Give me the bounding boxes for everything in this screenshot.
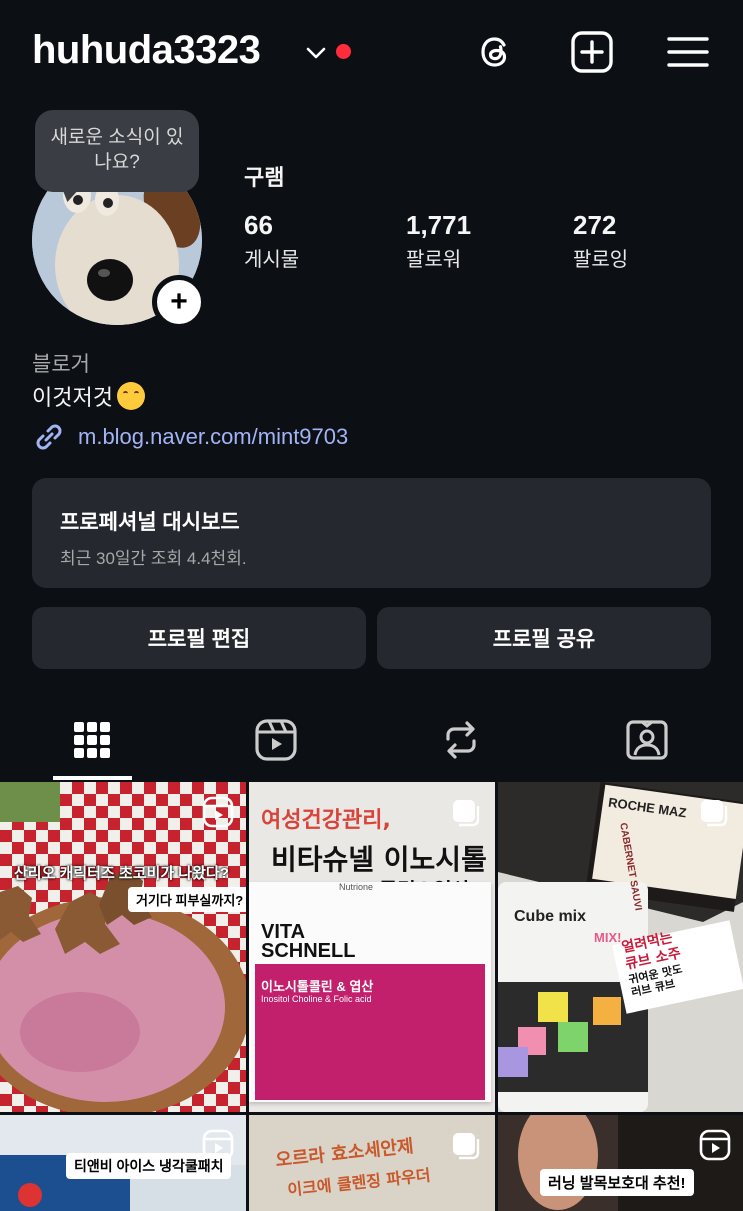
note-card: 얼려먹는 큐브 소주 귀여운 맛도 러브 큐브 <box>620 929 688 999</box>
posts-label[interactable]: 게시물 <box>244 243 299 272</box>
product-name-2: SCHNELL <box>261 940 356 962</box>
product-brand: Nutrione <box>339 882 374 892</box>
profile-category: 블로거 <box>32 353 90 376</box>
professional-dashboard[interactable]: 프로페셔널 대시보드 최근 30일간 조회 4.4천회. <box>32 478 711 588</box>
post-thumbnail[interactable]: 러닝 발목보호대 추천! <box>498 1115 743 1211</box>
edit-profile-button[interactable]: 프로필 편집 <box>32 607 366 669</box>
post-caption: 산리오 캐릭터즈 초코비가 나왔다? <box>14 865 229 882</box>
product-box: Nutrione VITA SCHNELL 이노시톨콜린 & 엽산 Inosit… <box>249 882 491 1102</box>
package-sub: MIX! <box>594 930 622 945</box>
post-image <box>0 782 246 1112</box>
link-icon <box>36 424 62 450</box>
note-bubble[interactable]: 새로운 소식이 있나요? <box>35 110 199 192</box>
grid-icon[interactable] <box>64 712 120 768</box>
post-subcaption: 거기다 피부실까지? <box>128 887 246 912</box>
bio: 이것저것 <box>32 380 145 412</box>
carousel-badge-icon <box>701 800 728 827</box>
followers-label[interactable]: 팔로워 <box>406 243 461 272</box>
following-label[interactable]: 팔로잉 <box>573 243 628 272</box>
carousel-badge-icon <box>453 800 480 827</box>
followers-count[interactable]: 1,771 <box>406 210 471 241</box>
active-tab-indicator <box>53 776 132 780</box>
profile-link[interactable]: m.blog.naver.com/mint9703 <box>32 420 348 454</box>
following-count[interactable]: 272 <box>573 210 616 241</box>
drooling-face-emoji-icon <box>116 382 145 410</box>
menu-icon[interactable] <box>664 28 712 76</box>
threads-icon[interactable] <box>472 28 520 76</box>
post-caption: 러닝 발목보호대 추천! <box>540 1169 694 1196</box>
post-handwritten-line-1: 여성건강관리, <box>261 808 391 833</box>
post-thumbnail[interactable]: 티앤비 아이스 냉각쿨패치 <box>0 1115 246 1211</box>
product-desc: 이노시톨콜린 & 엽산 <box>261 979 374 994</box>
link-text[interactable]: m.blog.naver.com/mint9703 <box>78 424 348 450</box>
product-band: 이노시톨콜린 & 엽산 Inositol Choline & Folic aci… <box>255 964 485 1100</box>
carousel-badge-icon <box>453 1133 480 1160</box>
product-name-1: VITA <box>261 921 306 943</box>
profile-name: 구램 <box>244 165 285 190</box>
post-thumbnail[interactable]: ROCHE MAZ CABERNET SAUVI Cube mix MIX! 얼… <box>498 782 743 1112</box>
username[interactable]: huhuda3323 <box>32 28 261 73</box>
notification-dot <box>336 44 351 59</box>
add-story-button[interactable]: + <box>152 275 206 329</box>
dashboard-title: 프로페셔널 대시보드 <box>60 511 240 534</box>
reel-badge-icon <box>202 796 234 828</box>
posts-count[interactable]: 66 <box>244 210 273 241</box>
tagged-icon[interactable] <box>619 712 675 768</box>
post-caption: 티앤비 아이스 냉각쿨패치 <box>66 1153 232 1179</box>
chevron-down-icon[interactable] <box>305 44 327 62</box>
reposts-icon[interactable] <box>433 712 489 768</box>
bio-text: 이것저것 <box>32 385 113 410</box>
reel-badge-icon <box>699 1129 731 1161</box>
dashboard-subtitle: 최근 30일간 조회 4.4천회. <box>60 549 247 568</box>
post-thumbnail[interactable]: 오르라 효소세안제 이크에 클렌징 파우더 <box>249 1115 495 1211</box>
share-profile-button[interactable]: 프로필 공유 <box>377 607 711 669</box>
post-thumbnail[interactable]: 산리오 캐릭터즈 초코비가 나왔다? 거기다 피부실까지? <box>0 782 246 1112</box>
post-handwritten-line-2: 비타슈넬 이노시톨 <box>271 843 487 876</box>
package-text: Cube mix <box>514 908 587 925</box>
reels-icon[interactable] <box>248 712 304 768</box>
product-desc-en: Inositol Choline & Folic acid <box>261 994 372 1004</box>
create-post-icon[interactable] <box>568 28 616 76</box>
post-thumbnail[interactable]: 여성건강관리, 비타슈넬 이노시톨 콜린&엽산 Nutrione VITA SC… <box>249 782 495 1112</box>
